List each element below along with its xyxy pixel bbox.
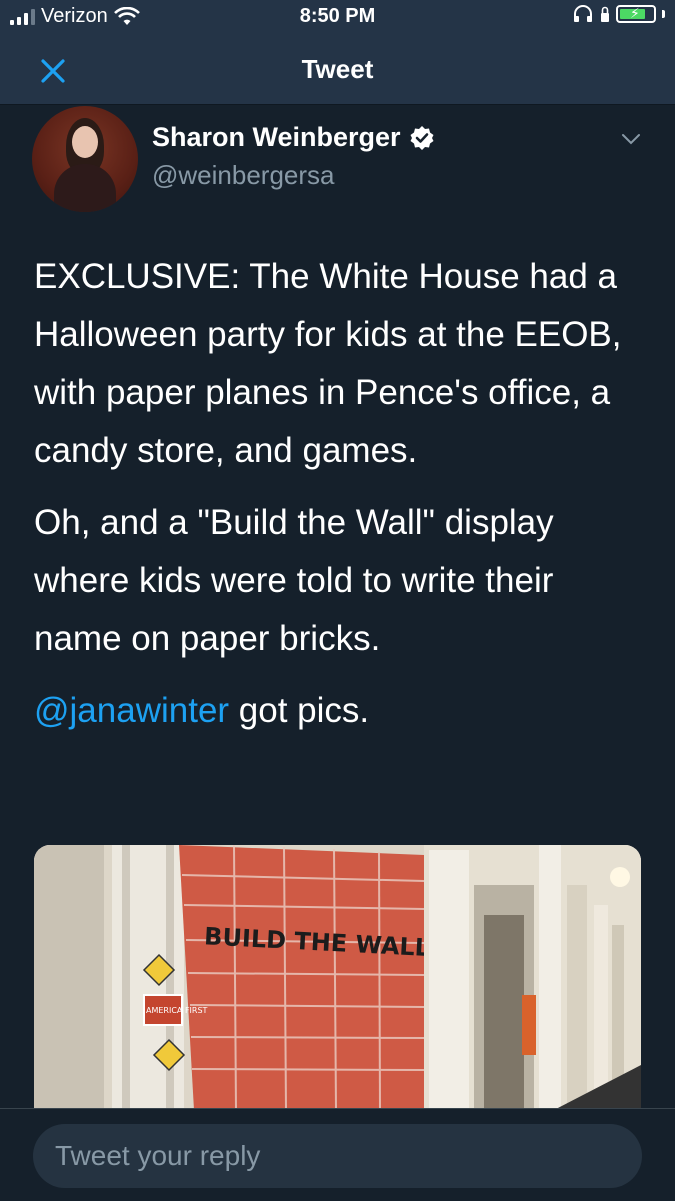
avatar[interactable] xyxy=(32,106,138,212)
battery-icon: ⚡ xyxy=(616,5,656,23)
headphones-icon xyxy=(574,5,592,22)
reply-bar xyxy=(0,1108,675,1201)
tweet-paragraph-rest: got pics. xyxy=(229,691,370,730)
reply-input[interactable] xyxy=(33,1124,642,1188)
tweet-paragraph: @janawinter got pics. xyxy=(34,682,644,740)
nav-header: Tweet xyxy=(0,34,675,105)
charging-bolt-icon: ⚡ xyxy=(630,5,640,21)
tweet-author: Sharon Weinberger @weinbergersa xyxy=(32,106,652,216)
brick-wall xyxy=(179,845,425,1110)
tweet-paragraph: EXCLUSIVE: The White House had a Hallowe… xyxy=(34,257,622,470)
tweet-photo[interactable]: BUILD THE WALL AMERICA FIRST xyxy=(34,845,641,1110)
america-first-poster: AMERICA FIRST xyxy=(146,1006,208,1015)
author-name-row[interactable]: Sharon Weinberger xyxy=(152,122,435,153)
status-bar: Verizon 8:50 PM ⚡ xyxy=(0,0,675,34)
author-name[interactable]: Sharon Weinberger xyxy=(152,122,401,153)
lock-rotation-icon xyxy=(601,6,609,22)
chevron-down-icon[interactable] xyxy=(620,128,642,150)
battery-tip xyxy=(662,10,665,18)
author-handle[interactable]: @weinbergersa xyxy=(152,160,334,191)
verified-badge-icon xyxy=(410,125,434,150)
tweet-paragraph: Oh, and a "Build the Wall" display where… xyxy=(34,503,554,658)
page-title: Tweet xyxy=(301,54,374,84)
status-right: ⚡ xyxy=(572,5,665,23)
tweet-text: EXCLUSIVE: The White House had a Hallowe… xyxy=(34,248,644,754)
mention-link[interactable]: @janawinter xyxy=(34,691,229,730)
hallway-photo: BUILD THE WALL AMERICA FIRST xyxy=(34,845,641,1110)
